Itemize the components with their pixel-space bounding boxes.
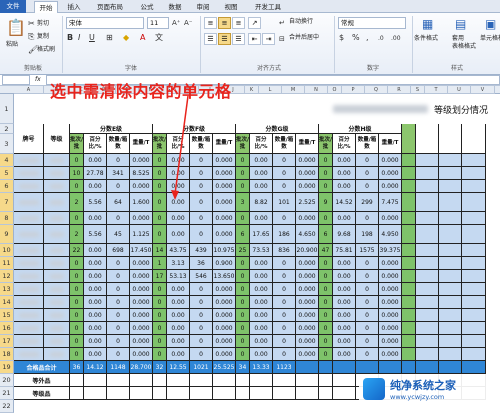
annotation-arrow	[171, 95, 189, 200]
watermark-title: 纯净系统之家	[390, 379, 456, 392]
watermark-url: www.ycwjzy.com	[390, 393, 445, 401]
watermark: 纯净系统之家 www.ycwjzy.com	[359, 374, 499, 404]
watermark-logo-icon	[363, 378, 385, 400]
